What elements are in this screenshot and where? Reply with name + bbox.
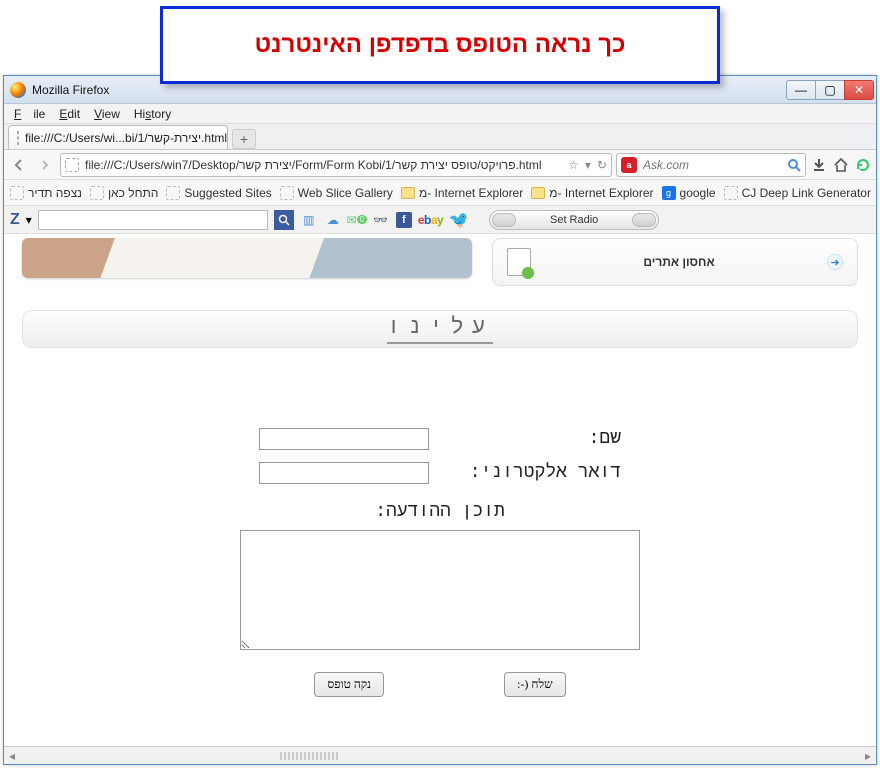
- menu-edit[interactable]: Edit: [53, 105, 86, 123]
- arrow-icon: ➜: [827, 254, 843, 270]
- forward-button[interactable]: [34, 154, 56, 176]
- menu-view[interactable]: View: [88, 105, 126, 123]
- site-icon: [65, 158, 79, 172]
- menu-history[interactable]: History: [128, 105, 177, 123]
- address-bar[interactable]: ☆ ▾ ↻: [60, 153, 612, 177]
- twitter-icon[interactable]: 🐦: [449, 210, 469, 230]
- page-viewport[interactable]: ➜ אחסון אתרים עלינו שם: דואר אלקטרוני: ת…: [4, 234, 876, 746]
- toolbar-dropdown-icon[interactable]: ▾: [26, 213, 32, 227]
- bookmark-suggested[interactable]: Suggested Sites: [166, 186, 271, 200]
- home-icon[interactable]: [832, 156, 850, 174]
- maximize-button[interactable]: ▢: [815, 80, 845, 100]
- window-title: Mozilla Firefox: [32, 83, 109, 97]
- reload-icon[interactable]: ↻: [597, 158, 607, 172]
- scroll-left-icon[interactable]: ◂: [4, 749, 20, 763]
- close-button[interactable]: ✕: [844, 80, 874, 100]
- hosting-label: אחסון אתרים: [643, 255, 714, 269]
- search-icon[interactable]: [787, 158, 801, 172]
- addon-search-button[interactable]: [274, 210, 294, 230]
- glasses-icon[interactable]: 👓: [372, 211, 390, 229]
- bookmark-start[interactable]: התחל כאן: [90, 186, 158, 200]
- bookmark-ie-1[interactable]: מ- Internet Explorer: [401, 186, 523, 200]
- name-label: שם:: [441, 429, 621, 449]
- annotation-caption: כך נראה הטופס בדפדפן האינטרנט: [160, 6, 720, 84]
- tabstrip: file:///C:/Users/wi...bi/1/יצירת-קשר.htm…: [4, 124, 876, 150]
- set-radio-button[interactable]: Set Radio: [489, 210, 659, 230]
- ask-icon: a: [621, 157, 637, 173]
- email-label: דואר אלקטרוני:: [441, 463, 621, 483]
- scroll-right-icon[interactable]: ▸: [860, 749, 876, 763]
- hero-image: [22, 238, 472, 278]
- facebook-icon[interactable]: f: [396, 212, 412, 228]
- about-heading: עלינו: [387, 315, 493, 344]
- statusbar: ◂ ▸: [4, 746, 876, 764]
- firefox-icon: [10, 82, 26, 98]
- navbar: ☆ ▾ ↻ a: [4, 150, 876, 180]
- bookmark-frequent[interactable]: נצפה תדיר: [10, 186, 82, 200]
- weather-icon[interactable]: ☁: [324, 211, 342, 229]
- download-icon[interactable]: [810, 156, 828, 174]
- bookmark-cj[interactable]: CJ Deep Link Generator: [724, 186, 871, 200]
- addon-toolbar: Z ▾ ▥ ☁ ✉0 👓 f ebay 🐦 Set Radio: [4, 206, 876, 234]
- bookmark-webslice[interactable]: Web Slice Gallery: [280, 186, 393, 200]
- clear-button[interactable]: נקה טופס: [314, 672, 384, 697]
- bookmark-google[interactable]: ggoogle: [662, 186, 716, 200]
- sync-icon[interactable]: [854, 156, 872, 174]
- name-input[interactable]: [259, 428, 429, 450]
- resize-grip-icon[interactable]: [280, 752, 340, 760]
- annotation-caption-text: כך נראה הטופס בדפדפן האינטרנט: [255, 31, 626, 59]
- tab-active[interactable]: file:///C:/Users/wi...bi/1/יצירת-קשר.htm…: [8, 125, 228, 149]
- message-textarea[interactable]: [240, 530, 640, 650]
- message-label: תוכן ההודעה:: [22, 502, 858, 522]
- search-input[interactable]: [643, 158, 783, 172]
- new-tab-button[interactable]: +: [232, 129, 256, 149]
- email-input[interactable]: [259, 462, 429, 484]
- contact-form: שם: דואר אלקטרוני: תוכן ההודעה: שלח (-: …: [22, 428, 858, 697]
- send-button[interactable]: שלח (-:: [504, 672, 566, 697]
- hosting-card[interactable]: ➜ אחסון אתרים: [492, 238, 858, 286]
- menubar: File Edit View History: [4, 104, 876, 124]
- page-icon: [17, 131, 19, 145]
- ebay-icon[interactable]: ebay: [418, 213, 443, 227]
- search-bar[interactable]: a: [616, 153, 806, 177]
- menu-file[interactable]: File: [8, 105, 51, 123]
- mail-badge-icon[interactable]: ✉0: [348, 211, 366, 229]
- about-heading-bar: עלינו: [22, 310, 858, 348]
- bookmark-ie-2[interactable]: מ- Internet Explorer: [531, 186, 653, 200]
- tab-label: file:///C:/Users/wi...bi/1/יצירת-קשר.htm…: [25, 131, 227, 145]
- browser-window: Mozilla Firefox — ▢ ✕ File Edit View His…: [3, 75, 877, 765]
- star-icon[interactable]: ☆: [568, 158, 579, 172]
- zynga-logo-icon[interactable]: Z: [10, 211, 20, 229]
- document-check-icon: [507, 248, 531, 276]
- minimize-button[interactable]: —: [786, 80, 816, 100]
- address-input[interactable]: [85, 158, 553, 172]
- popup-icon[interactable]: ▥: [300, 211, 318, 229]
- dropdown-icon[interactable]: ▾: [585, 158, 591, 172]
- back-button[interactable]: [8, 154, 30, 176]
- bookmarks-bar: נצפה תדיר התחל כאן Suggested Sites Web S…: [4, 180, 876, 206]
- addon-search-input[interactable]: [38, 210, 268, 230]
